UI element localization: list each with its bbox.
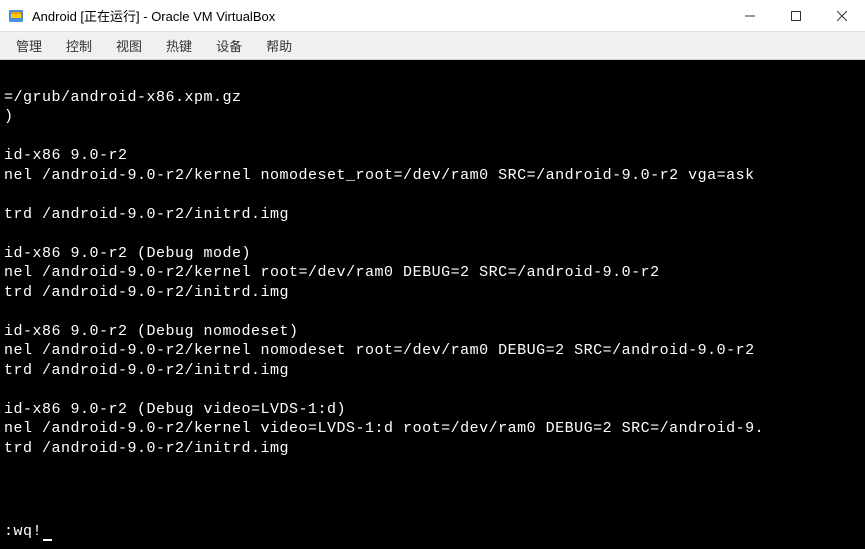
terminal-command-line: :wq!	[4, 522, 861, 542]
menu-manage[interactable]: 管理	[4, 32, 54, 59]
titlebar: Android [正在运行] - Oracle VM VirtualBox	[0, 0, 865, 32]
close-button[interactable]	[819, 0, 865, 31]
menu-devices[interactable]: 设备	[204, 32, 254, 59]
menu-control[interactable]: 控制	[54, 32, 104, 59]
menu-view[interactable]: 视图	[104, 32, 154, 59]
app-icon	[8, 8, 24, 24]
terminal-command: :wq!	[4, 523, 42, 540]
minimize-button[interactable]	[727, 0, 773, 31]
window-title: Android [正在运行] - Oracle VM VirtualBox	[32, 6, 727, 25]
window-controls	[727, 0, 865, 31]
maximize-button[interactable]	[773, 0, 819, 31]
menubar: 管理 控制 视图 热键 设备 帮助	[0, 32, 865, 60]
terminal[interactable]: =/grub/android-x86.xpm.gz ) id-x86 9.0-r…	[0, 60, 865, 549]
menu-hotkeys[interactable]: 热键	[154, 32, 204, 59]
terminal-content: =/grub/android-x86.xpm.gz ) id-x86 9.0-r…	[4, 68, 861, 522]
cursor-icon	[43, 539, 52, 541]
menu-help[interactable]: 帮助	[254, 32, 304, 59]
